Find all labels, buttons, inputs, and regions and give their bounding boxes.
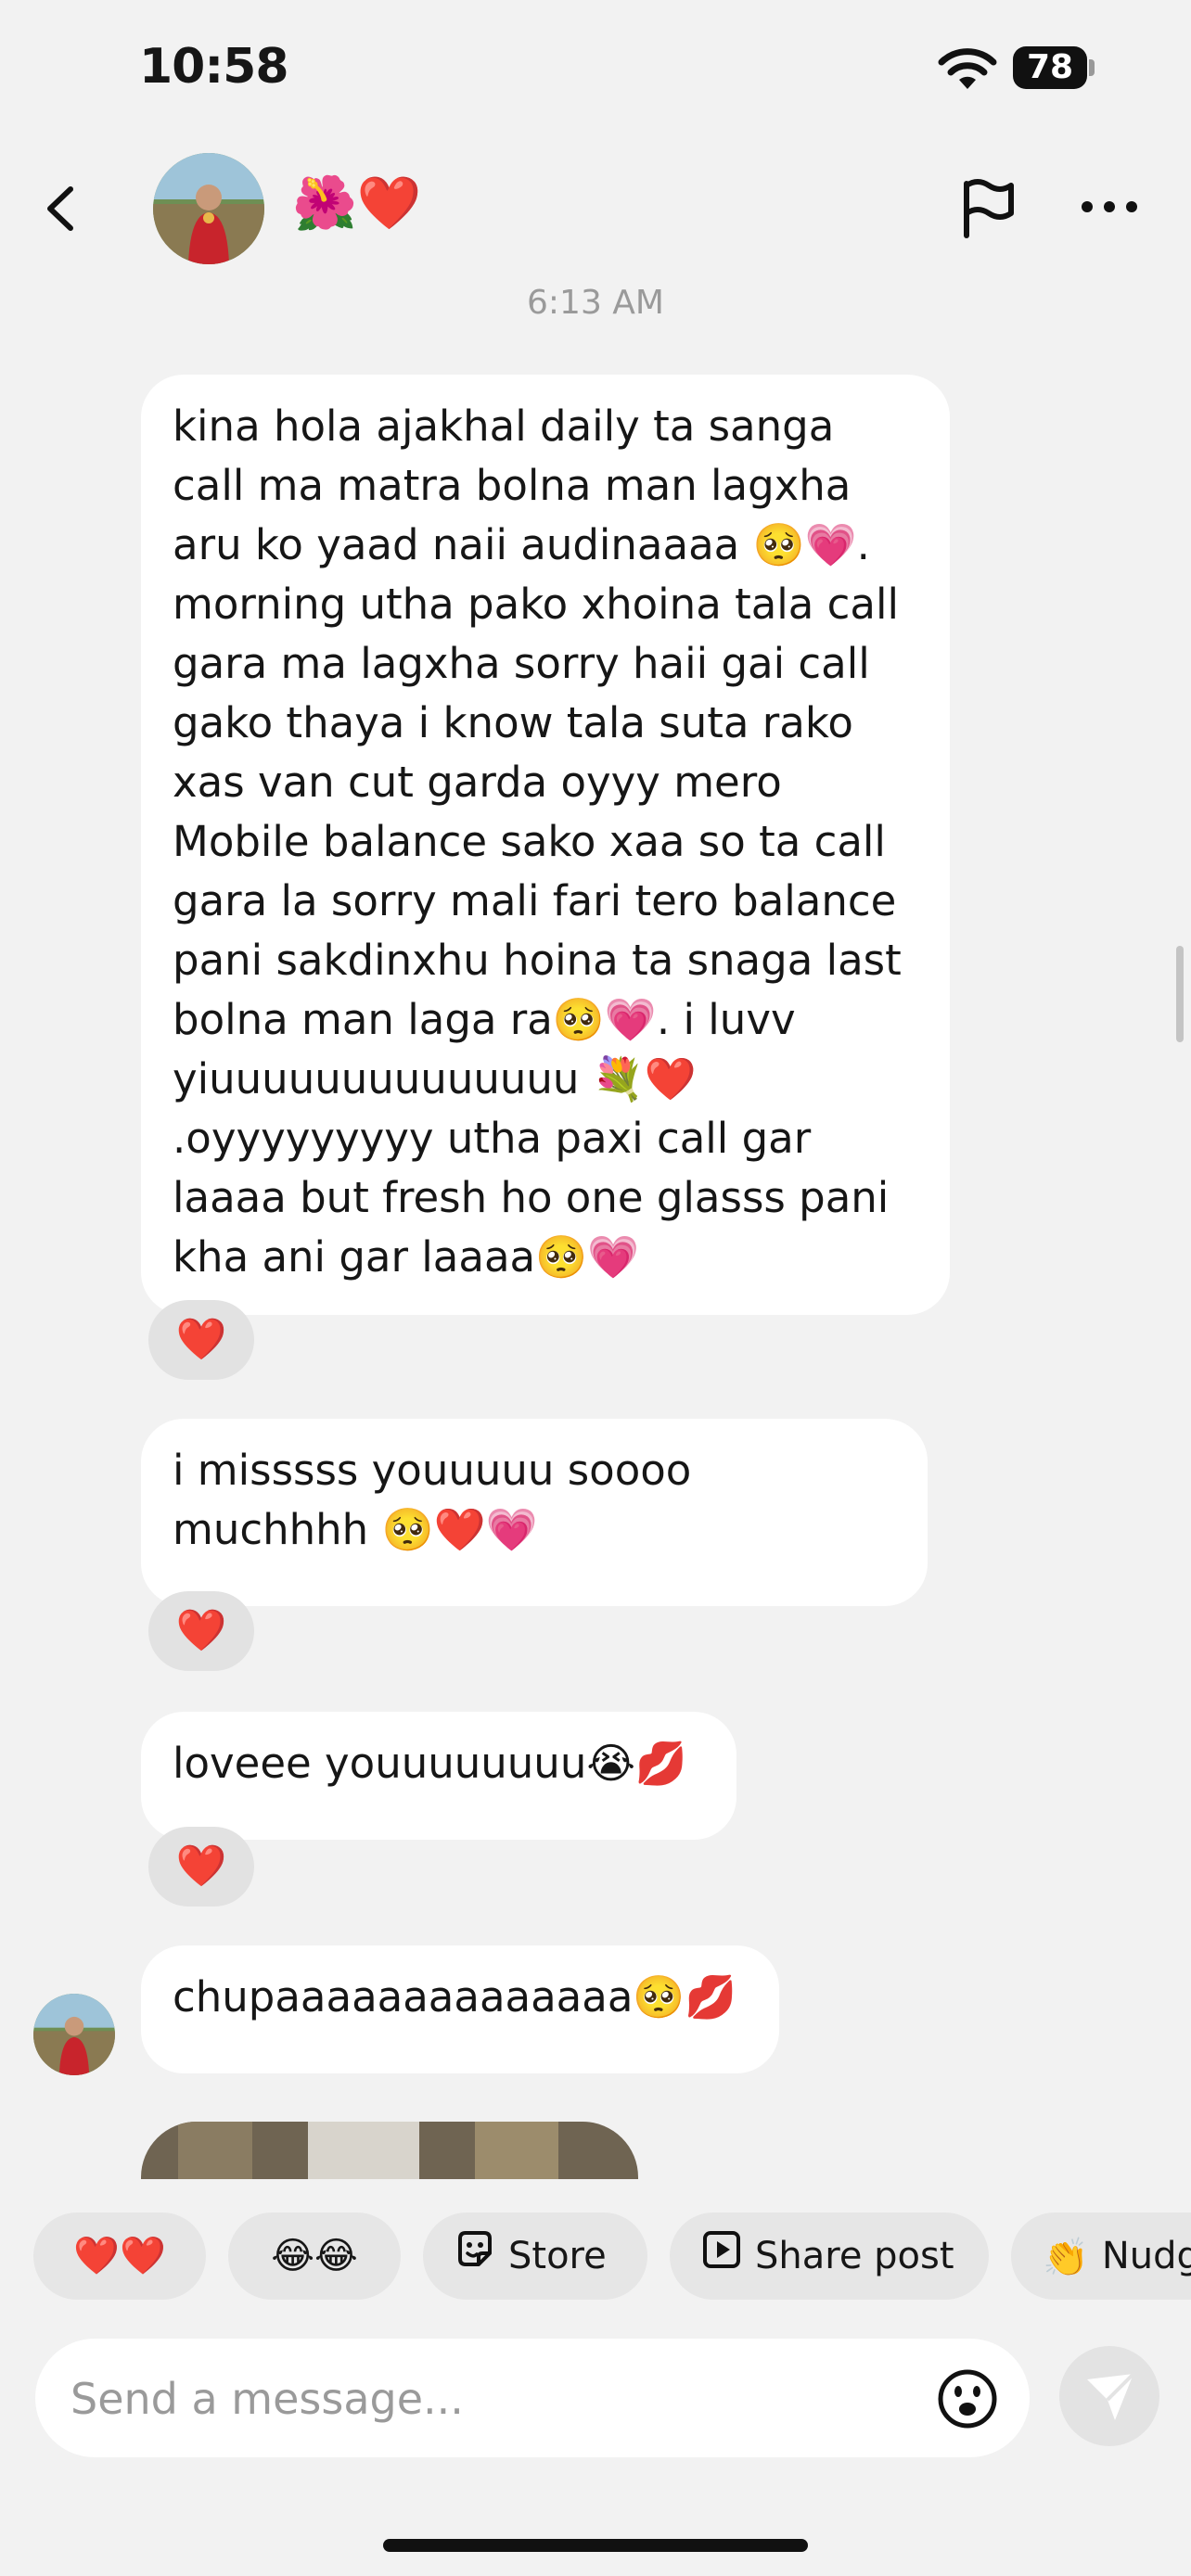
store-button[interactable]: Store [423, 2213, 647, 2300]
nudge-label: Nudge [1101, 2235, 1191, 2277]
contact-avatar[interactable] [153, 153, 264, 264]
media-message-thumbnail[interactable] [141, 2122, 638, 2179]
message-bubble[interactable]: i misssss youuuuu soooo muchhhh 🥺❤️💗 [141, 1419, 928, 1606]
sticker-icon [455, 2214, 495, 2300]
message-reaction[interactable]: ❤️ [148, 1591, 254, 1671]
home-indicator [383, 2539, 808, 2552]
emoji-button[interactable] [935, 2366, 1000, 2431]
scrollbar[interactable] [1176, 946, 1184, 1042]
battery-indicator: 78 [1013, 46, 1096, 89]
play-square-icon [701, 2214, 742, 2300]
waving-hand-icon: 👏 [1043, 2237, 1089, 2279]
share-post-button[interactable]: Share post [670, 2213, 989, 2300]
conversation-timestamp: 6:13 AM [527, 284, 664, 322]
wifi-icon [937, 45, 998, 93]
send-button[interactable] [1059, 2346, 1159, 2446]
quick-reply-hearts[interactable]: ❤️❤️ [33, 2213, 206, 2300]
message-composer [35, 2339, 1030, 2459]
contact-name[interactable]: 🌺❤️ [292, 172, 421, 234]
message-reaction[interactable]: ❤️ [148, 1827, 254, 1906]
nudge-button[interactable]: 👏 Nudge [1011, 2213, 1191, 2300]
report-button[interactable] [955, 174, 1022, 241]
sender-avatar[interactable] [33, 1994, 115, 2075]
message-bubble[interactable]: chupaaaaaaaaaaaaaa🥺💋 [141, 1945, 779, 2073]
flag-icon [964, 179, 1014, 238]
chevron-left-icon [47, 186, 73, 231]
quick-reply-laugh[interactable]: 😂😂 [228, 2213, 401, 2300]
battery-level: 78 [1026, 48, 1074, 86]
ellipsis-icon [1082, 201, 1137, 212]
back-button[interactable] [37, 176, 93, 241]
share-post-label: Share post [755, 2235, 954, 2277]
send-icon [1087, 2372, 1135, 2420]
message-bubble[interactable]: kina hola ajakhal daily ta sanga call ma… [141, 375, 950, 1315]
message-reaction[interactable]: ❤️ [148, 1300, 254, 1380]
status-time: 10:58 [139, 39, 289, 95]
emoji-icon [938, 2369, 997, 2429]
store-label: Store [508, 2235, 607, 2277]
message-bubble[interactable]: loveee youuuuuuuu😭💋 [141, 1712, 736, 1840]
message-input[interactable] [69, 2339, 907, 2459]
more-options-button[interactable] [1076, 184, 1143, 230]
